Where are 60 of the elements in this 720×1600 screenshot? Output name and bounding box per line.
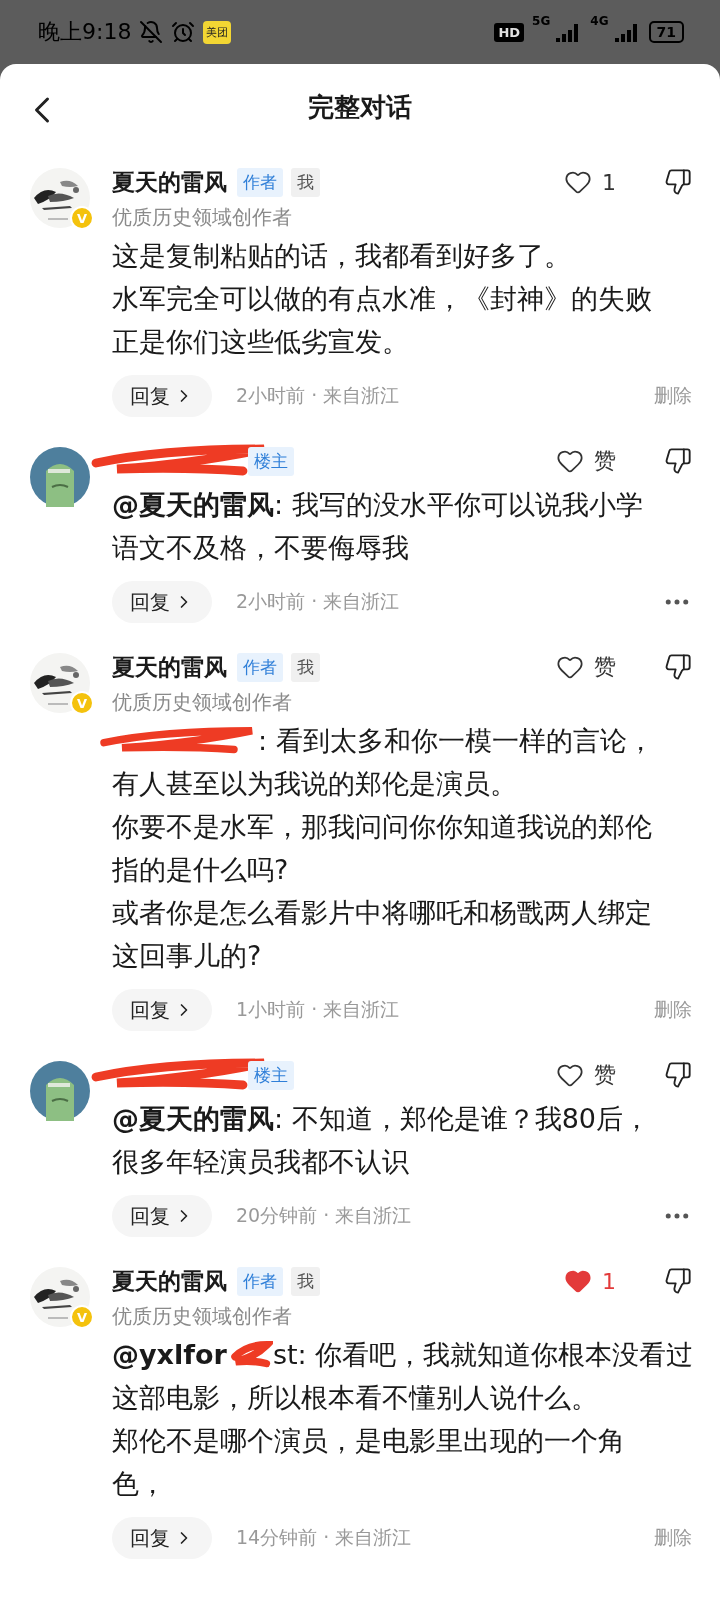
comment-text: 你要不是水军，那我问问你你知道我说的郑伦指的是什么吗? [112, 810, 653, 887]
author-tag: 作者 [237, 167, 283, 197]
like-button[interactable]: 赞 [556, 446, 616, 476]
comment-text: : 看到太多和你一模一样的言论， [258, 723, 654, 758]
verified-badge: V [70, 691, 94, 715]
me-tag: 我 [291, 167, 320, 197]
like-button[interactable]: 1 [564, 1267, 616, 1295]
comment-text: 这部电影，所以根本看不懂别人说什么。 [112, 1381, 599, 1415]
poster-tag: 楼主 [248, 446, 294, 476]
comment-text: 或者你是怎么看影片中将哪吒和杨戬两人绑定这回事儿的? [112, 896, 653, 973]
verified-badge: V [70, 1305, 94, 1329]
dislike-button[interactable] [664, 168, 692, 196]
network-label: 5G [532, 14, 551, 28]
reply-button[interactable]: 回复 [112, 375, 212, 417]
comment-meta: 2小时前 · 来自浙江 [236, 383, 400, 408]
network-label: 4G [590, 14, 609, 28]
author-name: 夏天的雷风 [112, 1266, 227, 1296]
comment-text: 郑伦不是哪个演员，是电影里出现的一个角色， [112, 1424, 626, 1501]
app-badge: 美团 [203, 20, 232, 44]
like-button[interactable]: 赞 [556, 652, 616, 682]
author-name: 夏天的雷风 [112, 167, 227, 197]
avatar-icon [30, 1061, 90, 1121]
page-title: 完整对话 [308, 90, 412, 124]
reply-button[interactable]: 回复 [112, 989, 212, 1031]
verified-badge: V [70, 206, 94, 230]
author-title: 优质历史领域创作者 [112, 689, 293, 716]
bell-off-icon [139, 20, 164, 44]
comment-text: 这是复制粘贴的话，我都看到好多了。 [112, 239, 572, 273]
reply-button[interactable]: 回复 [112, 1195, 212, 1237]
dislike-button[interactable] [664, 1061, 692, 1089]
author-title: 优质历史领域创作者 [112, 1303, 293, 1330]
dislike-button[interactable] [664, 447, 692, 475]
like-button[interactable]: 1 [564, 168, 616, 196]
comment-text: @夏天的雷风: 不知道，郑伦是谁？我80后，很多年轻演员我都不认识 [112, 1102, 652, 1179]
like-button[interactable]: 赞 [556, 1060, 616, 1090]
comment-meta: 20分钟前 · 来自浙江 [236, 1203, 412, 1228]
dislike-button[interactable] [664, 1267, 692, 1295]
me-tag: 我 [291, 652, 320, 682]
comment-meta: 2小时前 · 来自浙江 [236, 589, 400, 614]
comment-text: 水军完全可以做的有点水准，《封神》的失败正是你们这些低劣宣发。 [112, 282, 653, 359]
battery-indicator: 71 [648, 21, 684, 43]
author-title: 优质历史领域创作者 [112, 204, 293, 231]
poster-tag: 楼主 [248, 1060, 294, 1090]
reply-button[interactable]: 回复 [112, 581, 212, 623]
dislike-button[interactable] [664, 653, 692, 681]
alarm-clock-icon [171, 20, 196, 44]
avatar-icon [30, 447, 90, 507]
comment-text: 有人甚至以为我说的郑伦是演员。 [112, 767, 518, 801]
status-time: 晚上9:18 [38, 18, 132, 46]
comment-meta: 14分钟前 · 来自浙江 [236, 1525, 412, 1550]
hd-badge: HD [494, 22, 525, 42]
author-name: 夏天的雷风 [112, 652, 227, 682]
author-tag: 作者 [237, 1266, 283, 1296]
comment-meta: 1小时前 · 来自浙江 [236, 997, 400, 1022]
mention-text: @yxlfor [112, 1339, 227, 1370]
comment-text: st: 你看吧，我就知道你根本没看过 [272, 1337, 694, 1372]
comment-text: @夏天的雷风: 我写的没水平你可以说我小学语文不及格，不要侮辱我 [112, 488, 644, 565]
me-tag: 我 [291, 1266, 320, 1296]
reply-button[interactable]: 回复 [112, 1517, 212, 1559]
author-tag: 作者 [237, 652, 283, 682]
